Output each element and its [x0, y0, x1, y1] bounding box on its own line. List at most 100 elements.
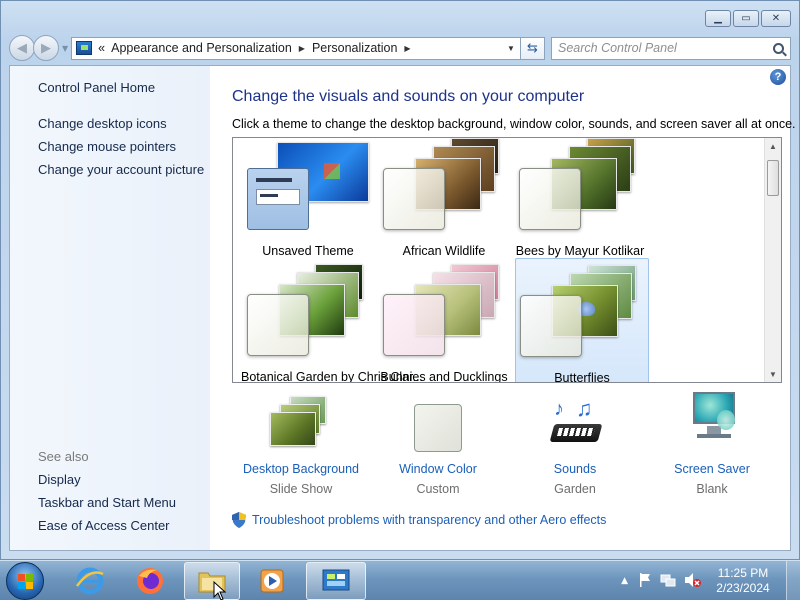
taskbar-firefox[interactable]	[122, 562, 178, 600]
volume-muted-icon[interactable]	[684, 572, 702, 591]
taskbar: ▲ 11:25 PM 2/23/2024	[0, 560, 800, 600]
theme-african-wildlife[interactable]: African Wildlife	[377, 138, 511, 262]
minimize-icon: ▁	[714, 13, 722, 24]
scroll-thumb[interactable]	[767, 160, 779, 196]
navigation-bar: ◀ ▶ ▼ « Appearance and Personalization ▶…	[9, 35, 791, 61]
sounds-link[interactable]: Sounds	[510, 462, 640, 476]
desktop-background-icon	[270, 396, 330, 446]
window-color-swatch-icon	[414, 404, 462, 452]
refresh-button[interactable]: ⇆	[521, 36, 545, 60]
control-panel-window: ▁ ▭ ✕ ◀ ▶ ▼ « Appearance and Personaliza…	[0, 0, 800, 560]
theme-window-color-swatch	[519, 168, 581, 230]
breadcrumb-chevron-icon[interactable]: ▶	[404, 44, 410, 53]
clock[interactable]: 11:25 PM 2/23/2024	[708, 566, 778, 596]
screen-saver-value: Blank	[696, 482, 728, 496]
taskbar-control-panel[interactable]	[306, 562, 366, 600]
firefox-icon	[137, 568, 163, 594]
theme-list[interactable]: Unsaved Theme African Wildlife Bees by M…	[232, 137, 782, 383]
sidebar-display[interactable]: Display	[38, 472, 81, 487]
breadcrumb-appearance[interactable]: Appearance and Personalization	[111, 41, 292, 55]
page-title: Change the visuals and sounds on your co…	[232, 88, 585, 105]
screen-saver-icon	[691, 392, 737, 448]
search-icon[interactable]	[773, 42, 784, 54]
sidebar-change-desktop-icons[interactable]: Change desktop icons	[38, 116, 167, 131]
back-arrow-icon: ◀	[17, 40, 27, 56]
back-button[interactable]: ◀	[9, 35, 35, 61]
forward-button[interactable]: ▶	[33, 35, 59, 61]
theme-unsaved[interactable]: Unsaved Theme	[241, 138, 375, 262]
window-color-link[interactable]: Window Color	[373, 462, 503, 476]
breadcrumb-personalization[interactable]: Personalization	[312, 41, 397, 55]
action-center-flag-icon[interactable]	[638, 572, 652, 591]
refresh-icon: ⇆	[527, 40, 538, 56]
sounds-value: Garden	[554, 482, 596, 496]
search-placeholder: Search Control Panel	[558, 41, 677, 55]
theme-label: Bunnies and Ducklings	[380, 370, 508, 383]
page-subtitle: Click a theme to change the desktop back…	[232, 117, 796, 131]
start-button[interactable]	[6, 562, 44, 600]
taskbar-internet-explorer[interactable]	[62, 562, 118, 600]
theme-label: Unsaved Theme	[262, 244, 354, 258]
clock-date: 2/23/2024	[716, 581, 770, 595]
windows-logo-icon	[324, 163, 340, 179]
theme-label: African Wildlife	[402, 244, 486, 258]
scroll-down-icon[interactable]: ▼	[765, 366, 781, 382]
control-panel-icon	[322, 569, 350, 591]
media-player-icon	[260, 569, 284, 593]
sidebar-control-panel-home[interactable]: Control Panel Home	[38, 80, 155, 95]
sidebar-change-account-picture[interactable]: Change your account picture	[38, 162, 204, 177]
screen-saver-link[interactable]: Screen Saver	[647, 462, 777, 476]
theme-label: Botanical Garden by Chris Clar...	[241, 370, 424, 383]
show-hidden-icons-icon[interactable]: ▲	[621, 576, 628, 586]
theme-window-color-swatch	[383, 294, 445, 356]
address-bar[interactable]: « Appearance and Personalization ▶ Perso…	[71, 36, 521, 60]
window-color-value: Custom	[416, 482, 460, 496]
recent-pages-dropdown[interactable]: ▼	[62, 44, 68, 53]
breadcrumb-overflow[interactable]: «	[98, 41, 105, 55]
sidebar-taskbar-start-menu[interactable]: Taskbar and Start Menu	[38, 495, 176, 510]
control-panel-icon	[76, 41, 93, 55]
sounds-icon: ♪ ♫	[549, 396, 603, 448]
taskbar-media-player[interactable]	[244, 562, 300, 600]
see-also-label: See also	[38, 449, 89, 464]
theme-butterflies[interactable]: Butterflies	[515, 258, 649, 383]
internet-explorer-icon	[75, 567, 104, 595]
mouse-cursor-icon	[213, 581, 227, 600]
main-panel: ? Change the visuals and sounds on your …	[210, 66, 796, 550]
troubleshoot-link[interactable]: Troubleshoot problems with transparency …	[232, 512, 606, 528]
desktop-background-link[interactable]: Desktop Background	[236, 462, 366, 476]
breadcrumb-chevron-icon[interactable]: ▶	[299, 44, 305, 53]
theme-list-scrollbar[interactable]: ▲ ▼	[764, 138, 781, 382]
maximize-button[interactable]: ▭	[733, 10, 759, 27]
help-icon[interactable]: ?	[770, 69, 786, 85]
client-area: Control Panel Home Change desktop icons …	[9, 65, 796, 551]
theme-label: Butterflies	[554, 371, 610, 383]
close-button[interactable]: ✕	[761, 10, 791, 27]
minimize-button[interactable]: ▁	[705, 10, 731, 27]
close-icon: ✕	[771, 13, 781, 24]
windows-flag-icon	[18, 574, 33, 589]
sidebar-ease-of-access[interactable]: Ease of Access Center	[38, 518, 170, 533]
theme-label: Bees by Mayur Kotlikar	[515, 244, 645, 258]
search-input[interactable]: Search Control Panel	[551, 36, 791, 60]
theme-botanical-garden[interactable]: Botanical Garden by Chris Clar...	[241, 264, 424, 383]
caption-buttons: ▁ ▭ ✕	[705, 10, 791, 27]
theme-bunnies-ducklings[interactable]: Bunnies and Ducklings	[377, 264, 511, 383]
troubleshoot-label: Troubleshoot problems with transparency …	[252, 513, 607, 527]
forward-arrow-icon: ▶	[41, 40, 51, 56]
scroll-up-icon[interactable]: ▲	[765, 138, 781, 154]
task-sidebar: Control Panel Home Change desktop icons …	[10, 66, 210, 550]
sidebar-change-mouse-pointers[interactable]: Change mouse pointers	[38, 139, 176, 154]
theme-window-color-swatch	[247, 168, 309, 230]
taskbar-windows-explorer[interactable]	[184, 562, 240, 600]
system-tray: ▲ 11:25 PM 2/23/2024	[621, 561, 800, 600]
desktop-background-value: Slide Show	[269, 482, 333, 496]
network-icon[interactable]	[660, 572, 676, 591]
address-dropdown-icon[interactable]: ▼	[502, 44, 520, 53]
show-desktop-button[interactable]	[786, 561, 800, 600]
theme-window-color-swatch	[520, 295, 582, 357]
theme-window-color-swatch	[247, 294, 309, 356]
theme-bees[interactable]: Bees by Mayur Kotlikar	[513, 138, 647, 262]
theme-window-color-swatch	[383, 168, 445, 230]
clock-time: 11:25 PM	[717, 566, 769, 580]
